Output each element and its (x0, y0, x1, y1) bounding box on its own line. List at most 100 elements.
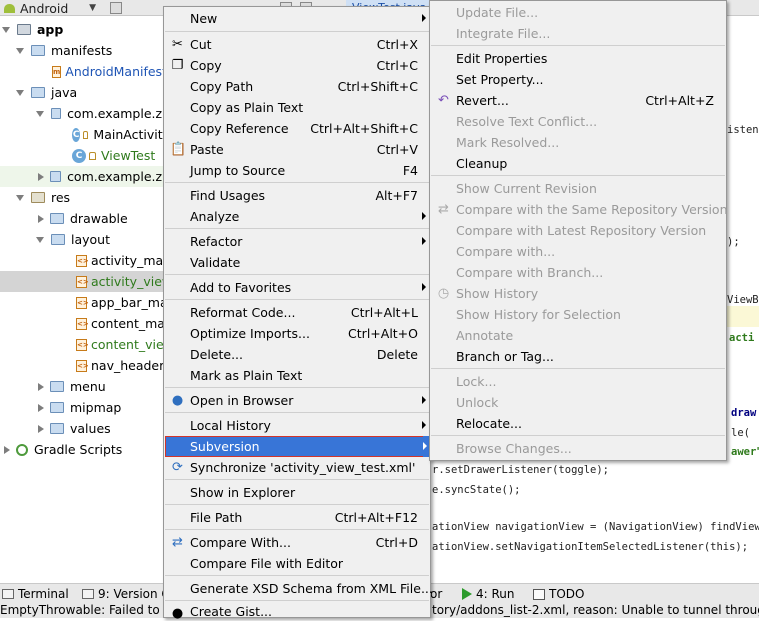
menu-separator (165, 600, 429, 601)
menu-item-open-in-browser[interactable]: ● Open in Browser (165, 390, 429, 411)
menu-item-show-current-revision[interactable]: Show Current Revision (431, 178, 725, 199)
menu-item-new[interactable]: New (165, 8, 429, 29)
menu-item-lock[interactable]: Lock... (431, 371, 725, 392)
menu-item-revert[interactable]: ↶ Revert... Ctrl+Alt+Z (431, 90, 725, 111)
sync-icon: ⟳ (172, 460, 183, 475)
tree-item-layout-file-selected[interactable]: <> activity_view_ (0, 271, 178, 292)
tree-item-layout-file[interactable]: <> app_bar_mai (0, 292, 171, 313)
menu-item-copy-plain-text[interactable]: Copy as Plain Text (165, 97, 429, 118)
tree-item-android-manifest[interactable]: m AndroidManifest.xml (0, 61, 194, 82)
menu-item-synchronize[interactable]: ⟳ Synchronize 'activity_view_test.xml' (165, 457, 429, 478)
menu-item-subversion[interactable]: Subversion (165, 436, 425, 457)
tree-item-app[interactable]: app (0, 19, 170, 40)
code-fragment: r.setDrawerListener(toggle); (432, 464, 610, 476)
menu-item-validate[interactable]: Validate (165, 252, 429, 273)
menu-item-jump-to-source[interactable]: Jump to Source F4 (165, 160, 429, 181)
menu-item-label: Local History (190, 418, 271, 433)
collapse-arrow-icon (38, 172, 44, 181)
tree-item-java[interactable]: java (0, 82, 170, 103)
menu-item-resolve-conflict[interactable]: Resolve Text Conflict... (431, 111, 725, 132)
todo-tab[interactable]: TODO (533, 584, 584, 604)
tree-item-values[interactable]: values (0, 418, 170, 439)
menu-item-copy[interactable]: ❐ Copy Ctrl+C (165, 55, 429, 76)
menu-item-create-gist[interactable]: ● Create Gist... (165, 603, 429, 621)
menu-item-cleanup[interactable]: Cleanup (431, 153, 725, 174)
run-tab[interactable]: 4: Run (462, 584, 515, 604)
menu-item-show-history[interactable]: ◷ Show History (431, 283, 725, 304)
folder-icon (31, 192, 45, 203)
folder-icon (31, 45, 45, 56)
code-fragment: ationView.setNavigationItemSelectedListe… (432, 541, 749, 553)
expand-arrow-icon (36, 236, 44, 243)
tree-item-package[interactable]: com.example.zh (0, 103, 170, 124)
compare-icon: ⇄ (438, 202, 449, 217)
tree-item-mipmap[interactable]: mipmap (0, 397, 170, 418)
terminal-icon (2, 589, 14, 599)
menu-item-mark-resolved[interactable]: Mark Resolved... (431, 132, 725, 153)
menu-item-browse-changes[interactable]: Browse Changes... (431, 438, 725, 459)
menu-item-reformat-code[interactable]: Reformat Code... Ctrl+Alt+L (165, 302, 429, 323)
expand-arrow-icon (16, 194, 24, 201)
tree-item-layout-file[interactable]: <> activity_main (0, 250, 175, 271)
menu-item-compare-latest-version[interactable]: Compare with Latest Repository Version (431, 220, 725, 241)
menu-item-show-history-selection[interactable]: Show History for Selection (431, 304, 725, 325)
menu-item-copy-path[interactable]: Copy Path Ctrl+Shift+C (165, 76, 429, 97)
tree-item-gradle-scripts[interactable]: Gradle Scripts (0, 439, 170, 460)
menu-item-integrate-file[interactable]: Integrate File... (431, 23, 725, 44)
menu-item-file-path[interactable]: File Path Ctrl+Alt+F12 (165, 507, 429, 528)
menu-item-paste[interactable]: 📋 Paste Ctrl+V (165, 139, 429, 160)
menu-item-label: File Path (190, 510, 243, 525)
tree-item-layout[interactable]: layout (0, 229, 170, 250)
menu-item-compare-branch[interactable]: Compare with Branch... (431, 262, 725, 283)
project-view-selector[interactable]: Android ▼ (0, 0, 100, 16)
class-icon: C (72, 127, 81, 142)
tree-item-layout-file[interactable]: <> content_main (0, 313, 176, 334)
status-message[interactable]: EmptyThrowable: Failed to fe (0, 603, 175, 618)
tree-item-layout-file[interactable]: <> nav_header_ (0, 355, 171, 376)
menu-item-show-in-explorer[interactable]: Show in Explorer (165, 482, 429, 503)
tree-item-label: menu (70, 379, 106, 394)
menu-item-unlock[interactable]: Unlock (431, 392, 725, 413)
menu-item-set-property[interactable]: Set Property... (431, 69, 725, 90)
menu-item-refactor[interactable]: Refactor (165, 231, 429, 252)
tree-item-label: layout (71, 232, 111, 247)
menu-item-analyze[interactable]: Analyze (165, 206, 429, 227)
menu-item-cut[interactable]: ✂ Cut Ctrl+X (165, 34, 429, 55)
menu-item-label: Integrate File... (456, 26, 551, 41)
menu-item-copy-reference[interactable]: Copy Reference Ctrl+Alt+Shift+C (165, 118, 429, 139)
menu-item-find-usages[interactable]: Find Usages Alt+F7 (165, 185, 429, 206)
menu-item-optimize-imports[interactable]: Optimize Imports... Ctrl+Alt+O (165, 323, 429, 344)
menu-item-compare-with[interactable]: Compare with... (431, 241, 725, 262)
tree-item-viewtest[interactable]: C ViewTest (0, 145, 170, 166)
menu-item-shortcut: Ctrl+Alt+O (348, 326, 418, 341)
menu-item-compare-with[interactable]: ⇄ Compare With... Ctrl+D (165, 532, 429, 553)
code-fragment: draw (731, 407, 757, 419)
menu-item-update-file[interactable]: Update File... (431, 2, 725, 23)
menu-separator (165, 412, 429, 413)
tree-item-package[interactable]: com.example.zh (0, 166, 170, 187)
tree-item-drawable[interactable]: drawable (0, 208, 170, 229)
menu-item-local-history[interactable]: Local History (165, 415, 429, 436)
menu-item-annotate[interactable]: Annotate (431, 325, 725, 346)
sync-project-icon[interactable] (110, 2, 122, 14)
globe-icon: ● (171, 393, 184, 408)
tree-item-res[interactable]: res (0, 187, 170, 208)
menu-item-label: New (190, 11, 218, 26)
menu-item-mark-plain-text[interactable]: Mark as Plain Text (165, 365, 429, 386)
menu-separator (165, 575, 429, 576)
menu-item-generate-xsd[interactable]: Generate XSD Schema from XML File... (165, 578, 433, 599)
tree-item-menu[interactable]: menu (0, 376, 170, 397)
menu-item-add-to-favorites[interactable]: Add to Favorites (165, 277, 429, 298)
terminal-tab[interactable]: Terminal (2, 584, 69, 604)
menu-item-compare-same-version[interactable]: ⇄ Compare with the Same Repository Versi… (431, 199, 727, 220)
menu-separator (165, 479, 429, 480)
tree-item-layout-file[interactable]: <> content_view (0, 334, 174, 355)
tree-item-mainactivity[interactable]: C MainActivity (0, 124, 170, 145)
menu-item-label: Copy (190, 58, 222, 73)
menu-item-delete[interactable]: Delete... Delete (165, 344, 429, 365)
menu-item-compare-file-editor[interactable]: Compare File with Editor (165, 553, 429, 574)
tree-item-manifests[interactable]: manifests (0, 40, 170, 61)
menu-item-relocate[interactable]: Relocate... (431, 413, 725, 434)
menu-item-edit-properties[interactable]: Edit Properties (431, 48, 725, 69)
menu-item-branch-or-tag[interactable]: Branch or Tag... (431, 346, 725, 367)
